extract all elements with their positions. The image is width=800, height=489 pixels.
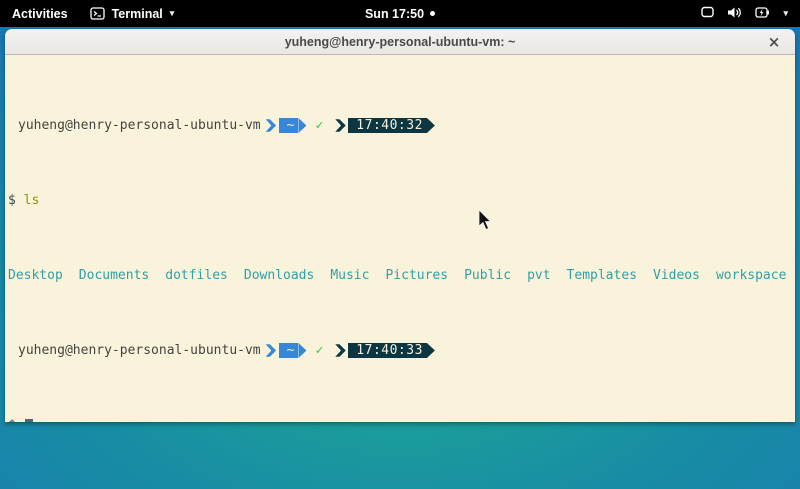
chevron-down-icon: ▾ [170,8,175,19]
clock-label: Sun 17:50 [365,7,424,21]
directory-name: Pictures [385,268,448,283]
cwd-segment: ~ [279,118,299,133]
top-bar: Activities Terminal ▾ Sun 17:50 [0,0,800,27]
powerline-arrow-icon [298,343,306,358]
powerline-arrow-icon [427,118,435,133]
directory-name: pvt [527,268,550,283]
activities-label: Activities [12,7,68,21]
terminal-cursor [25,419,33,422]
window-titlebar[interactable]: yuheng@henry-personal-ubuntu-vm: ~ × [5,29,795,55]
prompt-user: yuheng@henry-personal-ubuntu-vm [18,118,261,133]
powerline-chevron-icon [335,343,346,358]
powerline-chevron-icon [266,118,277,133]
cwd-segment: ~ [279,343,299,358]
terminal-icon [90,7,105,20]
directory-name: Music [330,268,369,283]
directory-name: Templates [567,268,637,283]
powerline-arrow-icon [298,118,306,133]
app-menu-label: Terminal [112,7,163,21]
time-segment: 17:40:33 [348,343,427,358]
time-segment: 17:40:32 [348,118,427,133]
system-tray[interactable]: ▾ [689,0,800,27]
prompt-line-2: yuheng@henry-personal-ubuntu-vm ~ ✓ 17:4… [8,343,792,358]
prompt-symbol: $ [8,418,16,422]
terminal-screen[interactable]: yuheng@henry-personal-ubuntu-vm ~ ✓ 17:4… [5,55,795,422]
clock-button[interactable]: Sun 17:50 [357,0,443,27]
directory-name: Desktop [8,268,63,283]
prompt-symbol: $ [8,193,16,208]
directory-name: dotfiles [165,268,228,283]
powerline-chevron-icon [335,118,346,133]
powerline-chevron-icon [266,343,277,358]
status-check-icon: ✓ [315,118,323,133]
powerline-arrow-icon [427,343,435,358]
ls-output-line: Desktop Documents dotfiles Downloads Mus… [8,268,792,283]
terminal-window: yuheng@henry-personal-ubuntu-vm: ~ × yuh… [5,29,795,422]
notification-dot [430,11,435,16]
tray-chevron-down-icon: ▾ [783,8,788,19]
directory-name: Public [464,268,511,283]
command-line: $ ls [8,193,792,208]
activities-button[interactable]: Activities [0,0,80,27]
mouse-pointer-icon [478,210,494,232]
close-button[interactable]: × [763,29,785,55]
screen-icon [701,6,714,21]
window-title: yuheng@henry-personal-ubuntu-vm: ~ [5,35,795,49]
app-menu-terminal[interactable]: Terminal ▾ [80,0,185,27]
volume-icon [727,6,742,22]
directory-name: Documents [79,268,149,283]
prompt-line-1: yuheng@henry-personal-ubuntu-vm ~ ✓ 17:4… [8,118,792,133]
status-check-icon: ✓ [315,343,323,358]
directory-name: Videos [653,268,700,283]
input-line[interactable]: $ [8,418,792,422]
directory-name: Downloads [244,268,314,283]
battery-charging-icon [755,6,770,22]
directory-name: workspace [716,268,786,283]
prompt-user: yuheng@henry-personal-ubuntu-vm [18,343,261,358]
command-text: ls [24,193,40,208]
